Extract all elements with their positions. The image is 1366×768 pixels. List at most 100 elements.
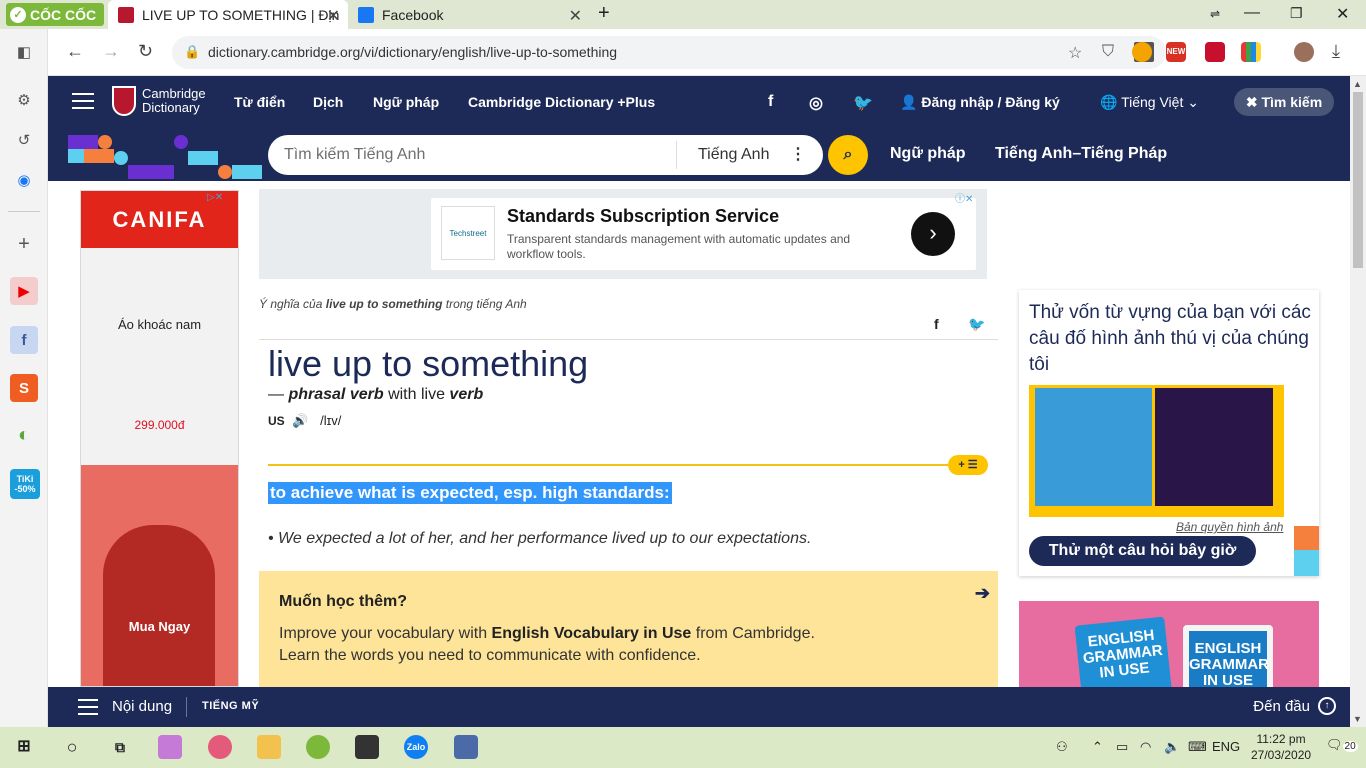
contents-link[interactable]: Nội dung [112,698,172,715]
people-icon[interactable]: ⚇ [1056,739,1068,755]
bookmark-star-icon[interactable]: ☆ [1068,43,1082,63]
red-extension-icon[interactable] [1205,42,1225,62]
coccoc-icon[interactable] [1132,42,1152,62]
tab-search-icon[interactable]: ⇌ [1210,7,1220,21]
search-toggle-button[interactable]: ✖ Tìm kiếm [1234,88,1334,116]
scroll-down-icon[interactable]: ▼ [1353,714,1362,724]
reload-icon[interactable]: ↻ [138,41,153,62]
youtube-icon[interactable]: ▶ [10,277,38,305]
color-grid-icon[interactable] [1241,42,1261,62]
coccoc-green-icon[interactable]: ◐ [10,421,38,449]
coccoc-menu-button[interactable]: ✓ CỐC CỐC [6,3,105,26]
shield-icon[interactable]: ⛉ [1102,43,1114,61]
facebook-icon[interactable]: f [768,93,773,111]
adchoices-icon[interactable]: ⓘ✕ [955,190,973,205]
tab-facebook[interactable]: Facebook ✕ [348,0,590,29]
shopee-icon[interactable]: S [10,374,38,402]
try-quiz-button[interactable]: Thử một câu hỏi bây giờ [1029,536,1256,566]
zalo-icon[interactable]: Zalo [404,735,428,759]
new-badge-icon[interactable]: NEW [1166,42,1186,62]
search-toggle-label: Tìm kiếm [1261,94,1323,110]
settings-icon[interactable]: ⚙ [10,86,38,114]
tiki-icon[interactable]: TiKi -50% [10,469,40,499]
scroll-thumb[interactable] [1353,92,1363,268]
volume-icon[interactable]: 🔈 [1164,739,1180,755]
dictionary-select[interactable]: Tiếng Anh [698,146,769,164]
canifa-ad[interactable]: CANIFA Áo khoác nam 299.000đ Mua Ngay [80,190,239,687]
techstreet-ad[interactable]: Techstreet Standards Subscription Servic… [259,189,987,279]
input-language[interactable]: ENG [1212,739,1240,754]
region-link[interactable]: TIẾNG MỸ [202,700,259,712]
twitter-icon[interactable]: 🐦 [853,93,873,113]
nav-grammar[interactable]: Ngữ pháp [373,94,439,110]
profile-avatar[interactable] [1294,42,1314,62]
file-explorer-icon[interactable] [257,735,281,759]
grammar-link[interactable]: Ngữ pháp [890,145,966,163]
menu-icon[interactable] [72,93,94,111]
url-text[interactable]: dictionary.cambridge.org/vi/dictionary/e… [208,44,617,60]
waterslide-image[interactable] [1035,388,1152,506]
windows-start-icon[interactable]: ⊞ [12,735,36,759]
audio-icon[interactable]: 🔊 [292,413,308,428]
close-tab-icon[interactable]: ✕ [569,6,582,26]
page-scrollbar[interactable]: ▲ ▼ [1350,76,1366,727]
close-window-icon[interactable]: ✕ [1336,4,1349,24]
nav-dictionary[interactable]: Từ điển [234,94,285,110]
minimize-icon[interactable]: — [1244,4,1260,22]
english-french-link[interactable]: Tiếng Anh–Tiếng Pháp [995,145,1167,163]
downloads-icon[interactable]: ⤓ [1332,41,1340,62]
messenger-icon[interactable]: ◉ [10,166,38,194]
coccoc-taskbar-icon[interactable] [306,735,330,759]
learn-more-box[interactable]: Muốn học thêm? ➔ Improve your vocabulary… [259,571,998,687]
more-options-icon[interactable]: ⋮ [790,144,806,164]
battery-icon[interactable]: ▭ [1116,739,1128,755]
arrow-right-icon[interactable]: ➔ [975,583,990,604]
contents-menu-icon[interactable] [78,699,98,715]
system-clock[interactable]: 11:22 pm 27/03/2020 [1251,731,1311,763]
chevron-right-icon[interactable]: › [911,212,955,256]
search-button[interactable]: ⌕ [828,135,868,175]
language-select[interactable]: 🌐 Tiếng Việt ⌄ [1100,94,1199,111]
arrow-up-icon[interactable]: ↑ [1318,697,1336,715]
nav-translate[interactable]: Dịch [313,94,343,110]
app-icon[interactable] [158,735,182,759]
sidebar-toggle-icon[interactable]: ◧ [10,38,38,66]
share-facebook-icon[interactable]: f [934,316,939,332]
scroll-up-icon[interactable]: ▲ [1353,79,1362,89]
share-twitter-icon[interactable]: 🐦 [968,316,985,333]
lock-icon[interactable]: 🔒 [184,44,200,60]
nav-plus[interactable]: Cambridge Dictionary +Plus [468,94,655,110]
ad-card[interactable]: Techstreet Standards Subscription Servic… [431,198,976,270]
notifications-icon[interactable]: 🗨 20 [1326,737,1358,753]
history-icon[interactable]: ↺ [10,126,38,154]
forward-icon[interactable]: → [102,41,120,62]
ad-cta-button[interactable]: Mua Ngay [81,619,238,634]
task-view-icon[interactable]: ⧉ [108,735,132,759]
chevron-up-icon[interactable]: ⌃ [1092,739,1103,755]
grammar-book-ad[interactable]: ENGLISH GRAMMAR IN USE ENGLISH GRAMMAR I… [1019,601,1319,687]
tab-cambridge[interactable]: LIVE UP TO SOMETHING | Địn ✕ [108,0,348,29]
ferris-wheel-image[interactable] [1155,388,1273,506]
cortana-search-icon[interactable]: ○ [60,735,84,759]
wifi-icon[interactable]: ◠ [1140,739,1151,755]
back-icon[interactable]: ← [66,41,84,62]
image-credit-link[interactable]: Bản quyền hình ảnh [1176,520,1283,534]
search-input[interactable]: Tìm kiếm Tiếng Anh [284,146,425,164]
back-to-top-link[interactable]: Đến đầu [1253,698,1310,715]
paint-icon[interactable] [208,735,232,759]
book-link[interactable]: English Vocabulary in Use [492,625,692,642]
keyboard-icon[interactable]: ⌨ [1188,739,1207,755]
notes-icon[interactable] [355,735,379,759]
instagram-icon[interactable]: ◎ [809,93,823,113]
cambridge-logo[interactable]: Cambridge Dictionary [112,86,206,116]
close-tab-icon[interactable]: ✕ [327,6,340,26]
add-to-wordlist-button[interactable]: + ☰ [948,455,988,475]
adchoices-icon[interactable]: ▷✕ [207,192,223,203]
address-bar[interactable]: 🔒 dictionary.cambridge.org/vi/dictionary… [172,36,1166,69]
snipping-tool-icon[interactable] [454,735,478,759]
new-tab-button[interactable]: + [598,2,610,25]
login-link[interactable]: 👤 Đăng nhập / Đăng ký [900,94,1060,111]
add-icon[interactable]: + [10,230,38,258]
facebook-icon[interactable]: f [10,326,38,354]
restore-icon[interactable]: ❐ [1290,5,1303,22]
